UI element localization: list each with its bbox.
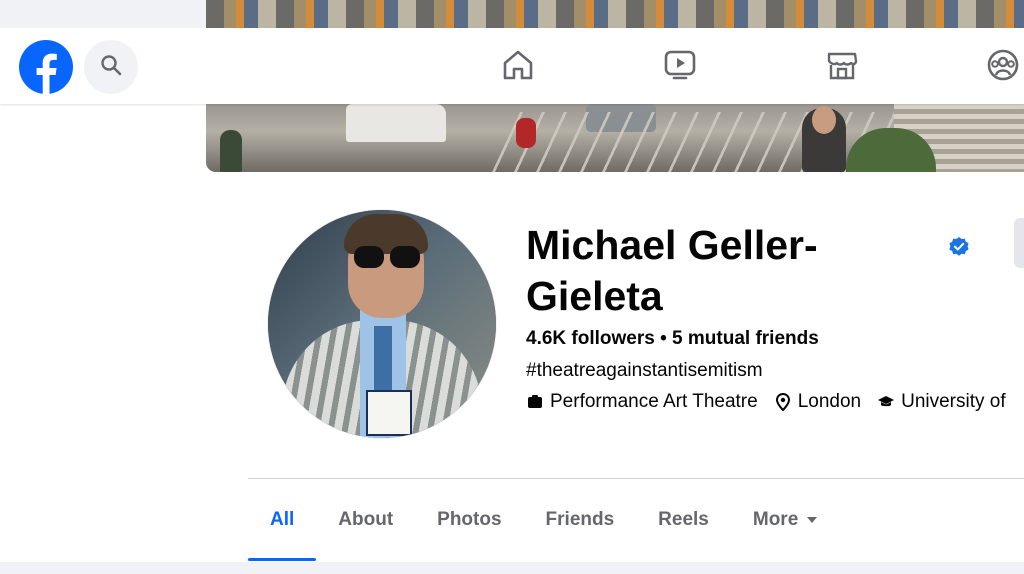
profile-stats: 4.6K followers • 5 mutual friends — [526, 328, 819, 350]
stats-separator: • — [660, 328, 667, 349]
tab-reels[interactable]: Reels — [636, 490, 731, 550]
top-navigation-bar — [0, 0, 1024, 104]
home-icon — [501, 48, 535, 87]
groups-icon — [986, 48, 1020, 87]
detail-education-text[interactable]: University of — [901, 391, 1006, 413]
category-icon — [526, 393, 544, 411]
video-icon — [663, 48, 697, 87]
followers-count[interactable]: 4.6K followers — [526, 328, 655, 349]
profile-name-line1: Michael Geller- — [526, 222, 818, 268]
nav-groups[interactable] — [986, 48, 1020, 87]
search-button[interactable] — [84, 40, 138, 94]
profile-action-button[interactable] — [1014, 218, 1024, 268]
profile-details: Performance Art Theatre London Universit… — [526, 391, 1022, 413]
left-sidebar — [0, 104, 206, 574]
nav-marketplace[interactable] — [825, 50, 859, 84]
profile-picture[interactable] — [268, 210, 496, 438]
tab-all[interactable]: All — [248, 490, 317, 561]
detail-category-text: Performance Art Theatre — [550, 391, 758, 412]
page-background-strip — [0, 562, 1024, 574]
education-icon — [877, 393, 895, 411]
detail-education: University of — [877, 391, 1006, 413]
profile-bio: #theatreagainstantisemitism — [526, 360, 763, 381]
facebook-logo-icon[interactable] — [19, 40, 73, 94]
nav-home[interactable] — [501, 50, 535, 84]
detail-category: Performance Art Theatre — [526, 391, 758, 413]
caret-down-icon — [806, 516, 818, 524]
profile-name-line2: Gieleta — [526, 273, 663, 319]
tab-about[interactable]: About — [316, 490, 415, 550]
profile-tabs: All About Photos Friends Reels More — [248, 490, 840, 562]
profile-name: Michael Geller- Gieleta — [526, 220, 926, 322]
search-icon — [100, 54, 122, 81]
tab-more[interactable]: More — [731, 490, 840, 550]
verified-badge-icon[interactable] — [948, 236, 970, 258]
tab-photos[interactable]: Photos — [415, 490, 523, 550]
marketplace-icon — [825, 48, 859, 87]
detail-location-text[interactable]: London — [798, 391, 861, 413]
header-divider — [248, 478, 1024, 479]
mutual-friends-count[interactable]: 5 mutual friends — [672, 328, 819, 349]
location-pin-icon — [774, 393, 792, 411]
detail-location: London — [774, 391, 861, 413]
nav-video[interactable] — [663, 50, 697, 84]
tab-friends[interactable]: Friends — [524, 490, 637, 550]
